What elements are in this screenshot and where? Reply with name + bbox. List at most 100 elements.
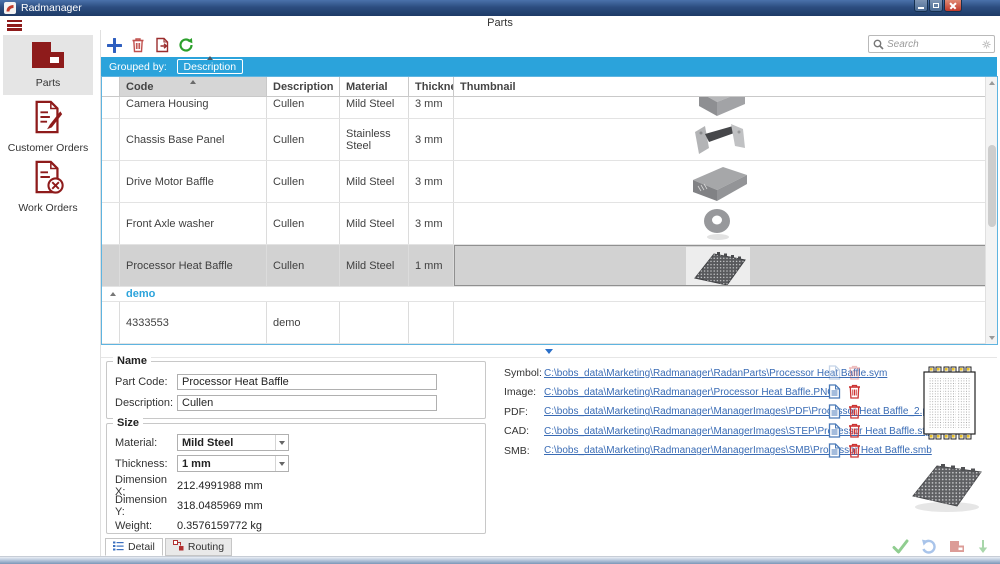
maximize-button[interactable] xyxy=(929,0,943,12)
sidebar-item-label: Work Orders xyxy=(18,202,77,214)
save-part-icon[interactable] xyxy=(949,540,965,553)
cell-thumbnail xyxy=(454,119,997,160)
file-label: PDF: xyxy=(504,406,544,418)
sort-direction-icon xyxy=(207,56,213,60)
file-row: CAD: C:\bobs_data\Marketing\Radmanager\M… xyxy=(504,424,870,438)
record-actions xyxy=(892,539,989,554)
weight-value: 0.3576159772 kg xyxy=(177,520,262,532)
list-icon xyxy=(113,541,124,554)
file-row: Image: C:\bobs_data\Marketing\Radmanager… xyxy=(504,385,870,399)
open-document-icon[interactable] xyxy=(828,365,841,385)
group-by-description-chip[interactable]: Description xyxy=(177,59,243,74)
cell-code: Processor Heat Baffle xyxy=(120,245,267,286)
document-pencil-icon xyxy=(31,100,65,139)
open-document-icon[interactable] xyxy=(828,404,841,424)
column-header-material[interactable]: Material xyxy=(340,77,409,96)
export-part-button[interactable] xyxy=(153,36,171,54)
search-input[interactable] xyxy=(887,39,982,50)
cell-material: Mild Steel xyxy=(340,161,409,202)
part-code-field[interactable] xyxy=(177,374,437,390)
cell-description: Cullen xyxy=(267,97,340,118)
table-row[interactable]: Drive Motor Baffle Cullen Mild Steel 3 m… xyxy=(102,161,997,203)
table-row[interactable]: Camera Housing Cullen Mild Steel 3 mm xyxy=(102,97,997,119)
close-button[interactable] xyxy=(944,0,962,12)
delete-file-icon[interactable] xyxy=(848,384,861,404)
scrollbar-thumb[interactable] xyxy=(988,145,996,227)
open-document-icon[interactable] xyxy=(828,384,841,404)
download-arrow-icon[interactable] xyxy=(977,539,989,554)
tab-routing[interactable]: Routing xyxy=(165,538,232,556)
material-select[interactable]: Mild Steel xyxy=(177,434,289,451)
delete-file-icon[interactable] xyxy=(848,404,861,424)
description-field[interactable] xyxy=(177,395,437,411)
cell-code: Chassis Base Panel xyxy=(120,119,267,160)
parts-table: Code Description Material Thickness Thum… xyxy=(101,76,998,345)
file-link[interactable]: C:\bobs_data\Marketing\Radmanager\Manage… xyxy=(544,426,931,437)
refresh-button[interactable] xyxy=(177,36,195,54)
sidebar-item-work-orders[interactable]: Work Orders xyxy=(3,158,93,216)
delete-file-icon[interactable] xyxy=(848,365,861,385)
file-link[interactable]: C:\bobs_data\Marketing\Radmanager\Manage… xyxy=(544,445,932,456)
window-controls xyxy=(913,0,962,12)
table-row[interactable]: 4333553 demo xyxy=(102,302,997,344)
table-row[interactable]: Front Axle washer Cullen Mild Steel 3 mm xyxy=(102,203,997,245)
cell-material: Mild Steel xyxy=(340,203,409,244)
column-header-description[interactable]: Description xyxy=(267,77,340,96)
dimension-y-label: Dimension Y: xyxy=(115,494,177,518)
part-code-label: Part Code: xyxy=(115,376,177,388)
column-header-thickness[interactable]: Thickness xyxy=(409,77,454,96)
thumbnail-image xyxy=(687,97,749,118)
panel-splitter[interactable] xyxy=(101,345,997,358)
minimize-button[interactable] xyxy=(914,0,928,12)
search-options-gear-icon[interactable] xyxy=(982,40,991,49)
scroll-down-icon[interactable] xyxy=(989,336,995,340)
delete-file-icon[interactable] xyxy=(848,423,861,443)
cell-code: 4333553 xyxy=(120,302,267,343)
collapse-panel-icon xyxy=(545,349,553,354)
tab-detail[interactable]: Detail xyxy=(105,538,163,556)
sidebar-item-customer-orders[interactable]: Customer Orders xyxy=(3,98,93,156)
group-label: demo xyxy=(126,288,155,300)
open-document-icon[interactable] xyxy=(828,423,841,443)
cell-thickness: 3 mm xyxy=(409,119,454,160)
name-group: Name Part Code: Description: xyxy=(106,361,486,419)
detail-tabs: Detail Routing xyxy=(105,538,232,556)
column-header-thumbnail[interactable]: Thumbnail xyxy=(454,77,997,96)
open-document-icon[interactable] xyxy=(828,443,841,463)
cell-thumbnail xyxy=(454,245,997,286)
delete-file-icon[interactable] xyxy=(848,443,861,463)
file-label: CAD: xyxy=(504,425,544,437)
file-row: Symbol: C:\bobs_data\Marketing\Radmanage… xyxy=(504,366,870,380)
table-row-selected[interactable]: Processor Heat Baffle Cullen Mild Steel … xyxy=(102,245,997,287)
table-scrollbar[interactable] xyxy=(985,77,997,344)
weight-label: Weight: xyxy=(115,520,177,532)
column-header-code[interactable]: Code xyxy=(120,77,267,96)
cell-thickness: 3 mm xyxy=(409,203,454,244)
cell-material: Mild Steel xyxy=(340,245,409,286)
thumbnail-image xyxy=(687,247,749,286)
cell-material xyxy=(340,302,409,343)
add-part-button[interactable] xyxy=(105,36,123,54)
file-links: Symbol: C:\bobs_data\Marketing\Radmanage… xyxy=(504,366,870,463)
undo-icon[interactable] xyxy=(921,539,937,554)
thickness-select[interactable]: 1 mm xyxy=(177,455,289,472)
thickness-label: Thickness: xyxy=(115,458,177,470)
table-header-row: Code Description Material Thickness Thum… xyxy=(102,77,997,97)
sidebar-item-parts[interactable]: Parts xyxy=(3,35,93,95)
file-link[interactable]: C:\bobs_data\Marketing\Radmanager\Proces… xyxy=(544,387,835,398)
scroll-up-icon[interactable] xyxy=(989,81,995,85)
table-row[interactable]: Chassis Base Panel Cullen Stainless Stee… xyxy=(102,119,997,161)
sidebar: Parts Customer Orders Work xyxy=(0,32,99,556)
delete-part-button[interactable] xyxy=(129,36,147,54)
file-link[interactable]: C:\bobs_data\Marketing\Radmanager\Manage… xyxy=(544,406,936,417)
accept-check-icon[interactable] xyxy=(892,539,909,554)
dimension-x-value: 212.4991988 mm xyxy=(177,480,263,492)
group-header-demo[interactable]: demo xyxy=(102,287,997,302)
search-icon xyxy=(873,39,884,50)
part-icon xyxy=(30,41,66,74)
cell-code: Front Axle washer xyxy=(120,203,267,244)
app-icon xyxy=(4,2,16,14)
cell-description: demo xyxy=(267,302,340,343)
chevron-down-icon xyxy=(275,456,288,471)
sidebar-item-label: Parts xyxy=(36,77,61,89)
